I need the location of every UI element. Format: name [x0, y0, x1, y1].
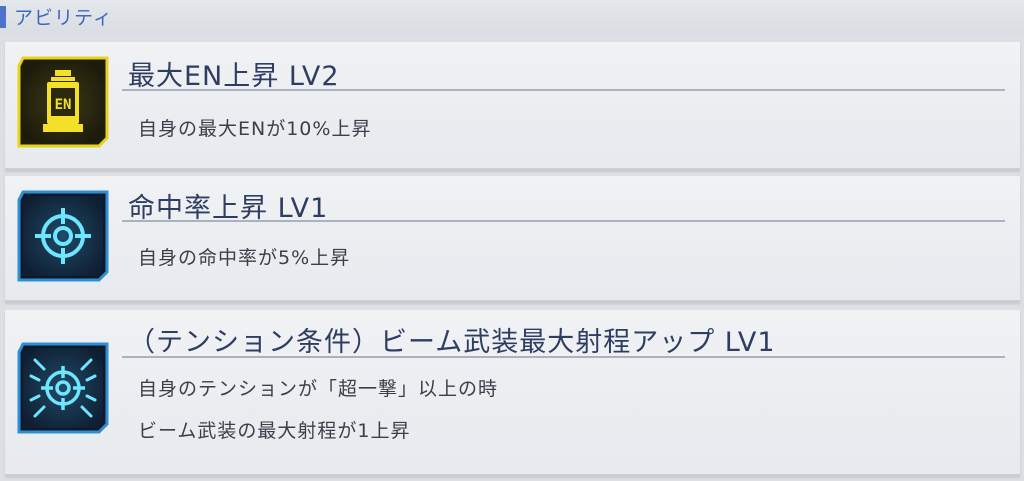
crosshair-burst-icon	[15, 340, 111, 436]
ability-description: 自身の命中率が5%上昇	[138, 247, 351, 269]
ability-card-accuracy[interactable]: 命中率上昇 LV1 自身の命中率が5%上昇	[5, 176, 1020, 302]
ability-card-beam-range[interactable]: （テンション条件）ビーム武装最大射程アップ LV1 自身のテンションが「超一撃」…	[5, 310, 1020, 476]
divider	[122, 89, 1005, 91]
energy-canister-icon: EN	[15, 54, 111, 150]
section-header-accent-bar	[0, 6, 6, 28]
section-header: アビリティ	[0, 0, 1024, 34]
en-icon-label: EN	[55, 97, 72, 113]
ability-description: 自身の最大ENが10%上昇	[138, 118, 372, 140]
divider	[122, 220, 1005, 222]
ability-name: 最大EN上昇 LV2	[128, 61, 340, 92]
section-title: アビリティ	[14, 7, 113, 29]
ability-name: （テンション条件）ビーム武装最大射程アップ LV1	[128, 327, 776, 358]
crosshair-icon	[15, 188, 111, 284]
ability-card-max-en[interactable]: EN 最大EN上昇 LV2 自身の最大ENが10%上昇	[5, 42, 1020, 170]
ability-description-line: ビーム武装の最大射程が1上昇	[138, 420, 411, 442]
divider	[122, 356, 1005, 358]
ability-description-line: 自身のテンションが「超一撃」以上の時	[138, 378, 499, 400]
